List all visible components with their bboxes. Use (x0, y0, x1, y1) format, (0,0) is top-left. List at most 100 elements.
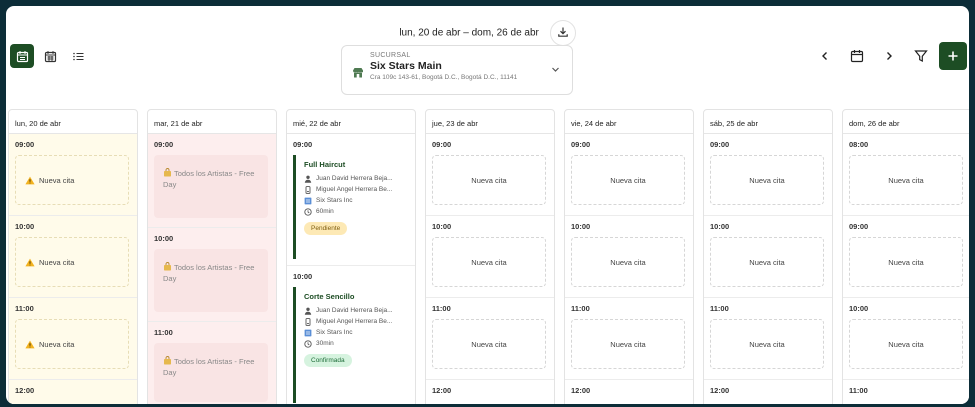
artist-row: Juan David Herrera Beja... (304, 305, 405, 316)
time-slot: 09:00 Nueva cita (843, 216, 969, 298)
building-icon (304, 329, 312, 336)
duration: 60min (316, 208, 334, 215)
new-appointment-label: Nueva cita (471, 175, 507, 185)
company-name: Six Stars Inc (316, 329, 353, 336)
day-header: dom, 26 de abr (843, 110, 969, 134)
customer-icon (305, 317, 311, 326)
day-column: dom, 26 de abr 08:00 Nueva cita 09:00 Nueva … (842, 109, 969, 404)
next-week-button[interactable] (875, 42, 903, 70)
appointment-card[interactable]: Full Haircut Juan David Herrera Beja... Mi… (293, 155, 405, 259)
new-appointment-slot[interactable]: Nueva cita (710, 237, 824, 287)
slot-time: 09:00 (432, 140, 452, 149)
time-slot: 11:00 Nueva cita (565, 298, 693, 380)
slot-time: 11:00 (432, 304, 451, 313)
time-slot: 11:00 Todos los Artistas - Free Day (148, 322, 276, 404)
artist-name: Juan David Herrera Beja... (316, 307, 393, 314)
branch-name: Six Stars Main (370, 60, 442, 72)
new-appointment-slot[interactable]: Nueva cita (849, 237, 963, 287)
company-name: Six Stars Inc (316, 197, 353, 204)
new-appointment-slot[interactable]: Nueva cita (849, 155, 963, 205)
slot-time: 12:00 (571, 386, 591, 395)
day-column: mié, 22 de abr 09:00 Full Haircut Juan Davi… (286, 109, 416, 404)
new-appointment-slot[interactable]: Nueva cita (571, 155, 685, 205)
calendar-window: lun, 20 de abr – dom, 26 de abr SUCURSAL… (6, 6, 969, 404)
time-slot: 10:00 Nueva cita (565, 216, 693, 298)
client-row: Miguel Angel Herrera Be... (304, 184, 405, 195)
warning-icon (25, 176, 35, 184)
prev-week-button[interactable] (811, 42, 839, 70)
new-appointment-slot[interactable]: Nueva cita (15, 155, 129, 205)
time-slot: 10:00 Nueva cita (9, 216, 137, 298)
time-slot: 12:00 (565, 380, 693, 404)
new-appointment-slot[interactable]: Nueva cita (849, 319, 963, 369)
free-day-block: Todos los Artistas - Free Day (154, 155, 268, 218)
chevron-right-icon (887, 52, 892, 60)
list-view-button[interactable] (66, 44, 90, 68)
branch-selector[interactable]: SUCURSAL Six Stars Main Cra 109c 143-61,… (341, 45, 573, 95)
warning-icon (25, 258, 35, 266)
store-icon (353, 68, 363, 78)
time-slot: 10:00 Nueva cita (426, 216, 554, 298)
customer-icon (305, 185, 311, 194)
slot-time: 10:00 (571, 222, 591, 231)
download-icon (557, 27, 568, 38)
chevron-down-icon (552, 67, 559, 72)
slot-time: 10:00 (15, 222, 35, 231)
new-appointment-slot[interactable]: Nueva cita (432, 319, 546, 369)
new-appointment-label: Nueva cita (39, 257, 75, 267)
new-appointment-slot[interactable]: Nueva cita (432, 237, 546, 287)
slot-time: 09:00 (710, 140, 730, 149)
month-view-button[interactable] (38, 44, 62, 68)
appointment-card[interactable]: Corte Sencillo Juan David Herrera Beja...… (293, 287, 405, 403)
date-picker-button[interactable] (843, 42, 871, 70)
slot-time: 12:00 (432, 386, 452, 395)
week-view-button[interactable] (10, 44, 34, 68)
new-appointment-slot[interactable]: Nueva cita (15, 319, 129, 369)
week-columns: lun, 20 de abr 09:00 Nueva cita 10:00 Nueva … (8, 109, 969, 404)
new-appointment-slot[interactable]: Nueva cita (571, 319, 685, 369)
new-appointment-slot[interactable]: Nueva cita (710, 319, 824, 369)
artist-name: Juan David Herrera Beja... (316, 175, 393, 182)
day-header: vie, 24 de abr (565, 110, 693, 134)
slot-time: 11:00 (849, 386, 868, 395)
slot-time: 09:00 (571, 140, 591, 149)
slot-time: 09:00 (15, 140, 35, 149)
company-row: Six Stars Inc (304, 327, 405, 338)
day-header: sáb, 25 de abr (704, 110, 832, 134)
bag-icon (164, 262, 171, 271)
day-column: lun, 20 de abr 09:00 Nueva cita 10:00 Nueva … (8, 109, 138, 404)
company-row: Six Stars Inc (304, 195, 405, 206)
calendar-toolbar (807, 42, 969, 70)
day-column: sáb, 25 de abr 09:00 Nueva cita 10:00 Nueva … (703, 109, 833, 404)
artist-row: Juan David Herrera Beja... (304, 173, 405, 184)
calendar-icon (850, 50, 864, 63)
new-appointment-slot[interactable]: Nueva cita (571, 237, 685, 287)
time-slot: 11:00 Nueva cita (426, 298, 554, 380)
service-name: Full Haircut (304, 160, 346, 169)
add-appointment-button[interactable] (939, 42, 967, 70)
list-icon (72, 52, 83, 60)
calendar-week-icon (16, 50, 28, 62)
time-slot: 10:00 Nueva cita (843, 298, 969, 380)
branch-address: Cra 109c 143-61, Bogotá D.C., Bogotá D.C… (370, 74, 518, 81)
new-appointment-slot[interactable]: Nueva cita (432, 155, 546, 205)
new-appointment-label: Nueva cita (888, 175, 924, 185)
time-slot: 09:00 Todos los Artistas - Free Day (148, 134, 276, 228)
new-appointment-slot[interactable]: Nueva cita (710, 155, 824, 205)
new-appointment-label: Nueva cita (749, 175, 785, 185)
free-day-block: Todos los Artistas - Free Day (154, 343, 268, 402)
new-appointment-slot[interactable]: Nueva cita (15, 237, 129, 287)
free-day-label: Todos los Artistas - Free (173, 357, 255, 366)
time-slot: 12:00 (426, 380, 554, 404)
time-slot: 12:00 (9, 380, 137, 404)
filter-button[interactable] (907, 42, 935, 70)
day-column: jue, 23 de abr 09:00 Nueva cita 10:00 Nueva … (425, 109, 555, 404)
time-slot: 11:00 (843, 380, 969, 404)
new-appointment-label: Nueva cita (471, 339, 507, 349)
download-button[interactable] (549, 20, 576, 46)
time-slot: 09:00 Nueva cita (426, 134, 554, 216)
clock-icon (304, 207, 312, 216)
new-appointment-label: Nueva cita (610, 339, 646, 349)
time-slot: 09:00 Nueva cita (9, 134, 137, 216)
filter-icon (914, 50, 928, 63)
